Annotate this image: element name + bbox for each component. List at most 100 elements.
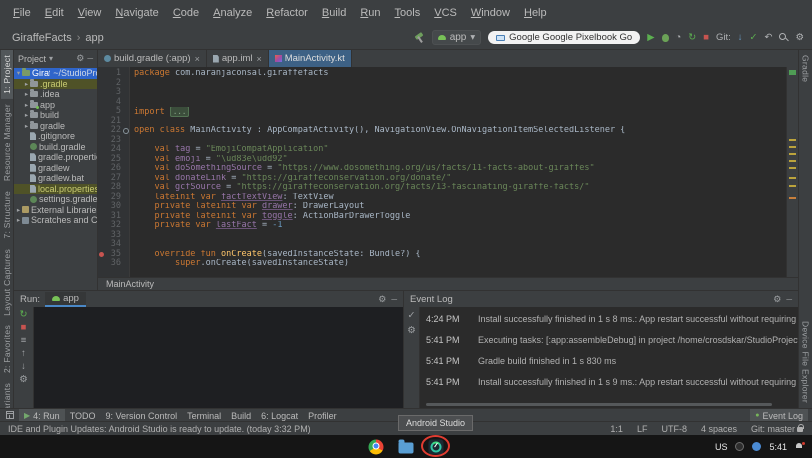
apply-changes-button[interactable]: ↻ — [688, 33, 696, 43]
toolwindow-button-profiler[interactable]: Profiler — [303, 409, 342, 421]
up-icon[interactable]: ↑ — [21, 349, 26, 359]
menu-navigate[interactable]: Navigate — [108, 5, 165, 21]
toolwindow-button-9-version-control[interactable]: 9: Version Control — [101, 409, 183, 421]
toolwindow-button-4-run[interactable]: ▶4: Run — [19, 409, 65, 421]
tree-row-settings-gradle[interactable]: settings.gradle — [14, 194, 97, 205]
menu-build[interactable]: Build — [315, 5, 353, 21]
tree-arrow-icon[interactable]: ▾ — [15, 69, 22, 77]
tool-stripe-gradle[interactable]: Gradle — [800, 50, 812, 87]
tray-status-icon[interactable] — [752, 442, 761, 451]
tool-stripe-layout-captures[interactable]: Layout Captures — [1, 244, 13, 321]
code-editor[interactable]: 1package com.naranjaconsal.giraffefacts2… — [98, 67, 786, 277]
project-panel-title[interactable]: Project — [18, 54, 46, 64]
menu-view[interactable]: View — [71, 5, 109, 21]
tree-row-external-libraries[interactable]: ▸External Libraries — [14, 205, 97, 216]
tree-arrow-icon[interactable]: ▸ — [23, 80, 30, 88]
search-icon[interactable] — [779, 33, 788, 42]
toolwindow-button-6-logcat[interactable]: 6: Logcat — [256, 409, 303, 421]
horizontal-scrollbar[interactable] — [426, 403, 772, 406]
toolwindow-button-event-log[interactable]: ●Event Log — [750, 409, 808, 421]
editor-scrollbar-marks[interactable] — [786, 67, 798, 277]
tool-stripe-resource-manager[interactable]: Resource Manager — [1, 99, 13, 186]
menu-file[interactable]: File — [6, 5, 38, 21]
chrome-icon[interactable] — [369, 439, 384, 454]
tool-stripe-device-file-explorer[interactable]: Device File Explorer — [800, 316, 812, 408]
tree-row-app[interactable]: ▸app — [14, 100, 97, 111]
run-settings-icon[interactable]: ⚙ — [378, 294, 386, 305]
menu-refactor[interactable]: Refactor — [259, 5, 315, 21]
class-marker-icon[interactable] — [121, 126, 130, 136]
debug-button[interactable] — [662, 34, 669, 42]
tree-row-local-properties[interactable]: local.properties — [14, 184, 97, 195]
run-tab-app[interactable]: app — [45, 292, 86, 307]
toolwindow-quick-access-icon[interactable] — [6, 411, 14, 419]
tab-build-gradle-app[interactable]: build.gradle (:app)× — [98, 50, 207, 67]
tree-arrow-icon[interactable]: ▸ — [15, 216, 22, 224]
project-settings-icon[interactable]: ⚙ — [76, 53, 84, 64]
tool-stripe-build-variants[interactable]: Build Variants — [1, 378, 13, 408]
status-message[interactable]: IDE and Plugin Updates: Android Studio i… — [8, 424, 311, 434]
tree-row-gradlew-bat[interactable]: gradlew.bat — [14, 173, 97, 184]
run-console[interactable] — [34, 307, 403, 408]
tree-row-gradle[interactable]: ▸gradle — [14, 121, 97, 132]
menu-edit[interactable]: Edit — [38, 5, 71, 21]
gear-icon[interactable]: ⚙ — [407, 326, 416, 336]
tree-arrow-icon[interactable]: ▸ — [23, 122, 30, 130]
tree-arrow-icon[interactable]: ▸ — [23, 101, 30, 109]
menu-code[interactable]: Code — [166, 5, 206, 21]
toolwindow-button-terminal[interactable]: Terminal — [182, 409, 226, 421]
close-icon[interactable]: × — [195, 54, 200, 64]
event-log-settings-icon[interactable]: ⚙ — [773, 294, 781, 305]
event-log-list[interactable]: 4:24 PMInstall successfully finished in … — [420, 307, 798, 408]
hide-panel-icon[interactable]: ─ — [786, 295, 792, 304]
tree-arrow-icon[interactable]: ▸ — [23, 90, 30, 98]
breadcrumb-project[interactable]: GiraffeFacts — [12, 32, 72, 44]
down-icon[interactable]: ↓ — [21, 362, 26, 372]
file-manager-icon[interactable] — [399, 442, 414, 453]
breadcrumb-class[interactable]: MainActivity — [106, 279, 154, 289]
tool-stripe-7-structure[interactable]: 7: Structure — [1, 186, 13, 244]
stop-icon[interactable]: ■ — [21, 323, 27, 333]
status-utf-8[interactable]: UTF-8 — [661, 424, 687, 434]
tree-arrow-icon[interactable]: ▸ — [23, 111, 30, 119]
run-button[interactable]: ▶ — [647, 33, 654, 43]
chevron-down-icon[interactable]: ▾ — [49, 54, 53, 63]
device-selector[interactable]: Google Google Pixelbook Go — [488, 31, 640, 44]
tree-row-gitignore[interactable]: .gitignore — [14, 131, 97, 142]
rerun-icon[interactable]: ↻ — [20, 310, 28, 320]
settings-icon[interactable]: ⚙ — [795, 33, 804, 43]
tree-row-gradle[interactable]: ▸.gradle — [14, 79, 97, 90]
tree-arrow-icon[interactable]: ▸ — [15, 206, 22, 214]
menu-vcs[interactable]: VCS — [427, 5, 464, 21]
menu-run[interactable]: Run — [353, 5, 387, 21]
status-4-spaces[interactable]: 4 spaces — [701, 424, 737, 434]
check-icon[interactable]: ✓ — [408, 311, 416, 321]
lock-icon[interactable] — [797, 424, 804, 433]
stop-button[interactable]: ■ — [703, 33, 709, 43]
git-update-button[interactable]: ↓ — [738, 33, 743, 43]
tree-row-scratches-and-consoles[interactable]: ▸Scratches and Consoles — [14, 215, 97, 226]
run-config-selector[interactable]: app ▾ — [432, 30, 481, 45]
menu-help[interactable]: Help — [517, 5, 554, 21]
menu-icon[interactable]: ≡ — [21, 336, 27, 346]
tool-stripe-1-project[interactable]: 1: Project — [1, 50, 13, 99]
close-icon[interactable]: × — [256, 54, 261, 64]
tab-mainactivity-kt[interactable]: MainActivity.kt — [269, 50, 352, 67]
breadcrumb-module[interactable]: app — [85, 32, 103, 44]
git-commit-button[interactable]: ✓ — [750, 33, 758, 43]
menu-analyze[interactable]: Analyze — [206, 5, 259, 21]
build-hammer-icon[interactable] — [414, 32, 425, 43]
tab-app-iml[interactable]: app.iml× — [207, 50, 269, 67]
gear-icon[interactable]: ⚙ — [19, 375, 28, 385]
tree-row-gradlew[interactable]: gradlew — [14, 163, 97, 174]
tree-row-gradle-properties[interactable]: gradle.properties — [14, 152, 97, 163]
tree-row-idea[interactable]: ▸.idea — [14, 89, 97, 100]
notification-bell-icon[interactable] — [795, 442, 804, 451]
status-1-1[interactable]: 1:1 — [610, 424, 623, 434]
tray-icon[interactable] — [735, 442, 744, 451]
profile-button[interactable]: ◔ — [676, 33, 682, 43]
keyboard-layout-indicator[interactable]: US — [715, 442, 728, 452]
folded-imports[interactable]: ... — [170, 107, 190, 117]
toolwindow-button-todo[interactable]: TODO — [65, 409, 101, 421]
tree-row-build-gradle[interactable]: build.gradle — [14, 142, 97, 153]
